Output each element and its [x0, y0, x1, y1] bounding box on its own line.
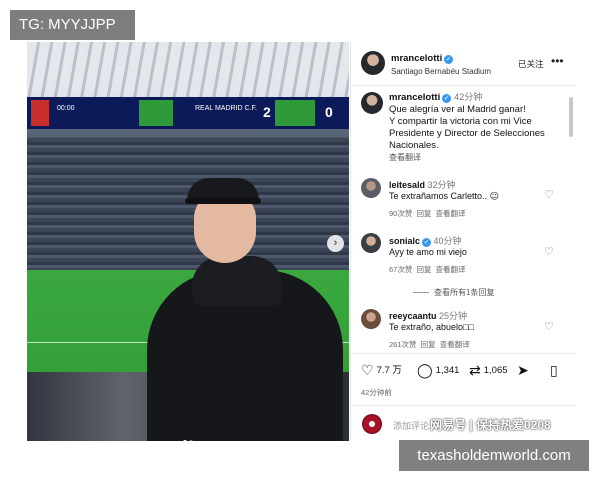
view-replies-link[interactable]: 查看所有1条回复 — [413, 287, 494, 298]
comment-text: Te extraño, abuelo□□ — [389, 322, 474, 332]
comment-user-text[interactable]: leitesald — [389, 180, 425, 190]
scoreboard-away-score: 0 — [325, 104, 333, 120]
scoreboard-replay-left — [139, 100, 173, 126]
comment-text: Ayy te amo mi viejo — [389, 247, 467, 257]
comment-meta: 90次赞 回复 查看翻译 — [389, 208, 466, 219]
comment-username[interactable]: reeycaantu 25分钟 — [389, 309, 467, 322]
comment-text-body: Te extrañamos Carletto.. — [389, 191, 488, 201]
carousel-dots — [182, 431, 194, 441]
comment-reply-button[interactable]: 回复 — [421, 340, 436, 349]
author-username[interactable]: mrancelotti ✓ — [391, 53, 454, 64]
caption-author[interactable]: mrancelotti — [389, 92, 440, 103]
next-slide-icon[interactable]: › — [327, 235, 344, 252]
comment-meta: 67次赞 回复 查看翻译 — [389, 264, 466, 275]
comment-like-heart-icon[interactable]: ♡ — [544, 320, 554, 333]
comment-avatar[interactable] — [361, 233, 381, 253]
stadium-roof — [27, 42, 349, 97]
watermark-top-left: TG: MYYJJPP — [10, 10, 135, 40]
caption-line: Nacionales. — [389, 140, 439, 151]
repost-count: 1,065 — [483, 365, 508, 376]
comment-user-text[interactable]: sonialc — [389, 236, 420, 246]
team-crest-icon — [31, 100, 49, 126]
comment-reply-button[interactable]: 回复 — [416, 265, 431, 274]
comment-count: 1,341 — [435, 365, 460, 376]
comment-time: 25分钟 — [439, 311, 468, 321]
verified-badge-icon: ✓ — [442, 94, 452, 103]
comment-meta: 261次赞 回复 查看翻译 — [389, 339, 470, 350]
comment-username[interactable]: leitesald 32分钟 — [389, 178, 456, 191]
action-bar: ♡ 7.7 万 ◯ 1,341 ⇄ 1,065 ➤ ▯ 42分钟前 — [351, 353, 576, 403]
comments-scrollbar[interactable] — [569, 97, 573, 137]
post-location[interactable]: Santiago Bernabéu Stadium — [391, 67, 491, 76]
comment-reply-button[interactable]: 回复 — [416, 209, 431, 218]
comment-likes[interactable]: 261次赞 — [389, 340, 417, 349]
share-button[interactable]: ➤ — [517, 362, 532, 379]
author-name-text[interactable]: mrancelotti — [391, 53, 442, 64]
comment-avatar[interactable] — [361, 309, 381, 329]
bookmark-icon[interactable]: ▯ — [550, 362, 558, 378]
like-count: 7.7 万 — [376, 365, 402, 376]
comment-likes[interactable]: 90次赞 — [389, 209, 412, 218]
comment-like-heart-icon[interactable]: ♡ — [544, 188, 554, 201]
scoreboard-team-label: REAL MADRID C.F. — [195, 105, 257, 112]
comment-translate-link[interactable]: 查看翻译 — [436, 265, 466, 274]
heart-icon[interactable]: ♡ — [361, 362, 374, 378]
following-button[interactable]: 已关注 — [518, 58, 544, 70]
cap-brim — [185, 198, 261, 204]
watermark-bottom-right: texasholdemworld.com — [399, 440, 589, 471]
verified-badge-icon: ✓ — [422, 238, 432, 247]
comment-user-text[interactable]: reeycaantu — [389, 311, 437, 321]
post-photo[interactable]: 00:00 REAL MADRID C.F. 2 0 › — [27, 42, 349, 441]
comment-like-heart-icon[interactable]: ♡ — [544, 245, 554, 258]
author-avatar[interactable] — [361, 51, 385, 75]
scoreboard-replay-right — [275, 100, 315, 126]
watermark-overlay: 网易号 | 保持热爱0208 — [430, 418, 551, 432]
caption-line: Que alegría ver al Madrid ganar! — [389, 104, 526, 115]
caption-time: 42分钟 — [454, 92, 483, 102]
comment-bubble-icon[interactable]: ◯ — [417, 362, 433, 378]
carousel-dot-active — [183, 440, 187, 441]
neutral-face-icon: 😐 — [489, 191, 499, 201]
comment-translate-link[interactable]: 查看翻译 — [436, 209, 466, 218]
comment-translate-link[interactable]: 查看翻译 — [440, 340, 470, 349]
like-button[interactable]: ♡ 7.7 万 — [361, 362, 402, 379]
post-caption: mrancelotti ✓ 42分钟 Que alegría ver al Madr… — [389, 91, 569, 152]
repost-button[interactable]: ⇄ 1,065 — [469, 362, 508, 379]
man-collar — [192, 256, 282, 306]
comment-avatar[interactable] — [361, 178, 381, 198]
repost-icon[interactable]: ⇄ — [469, 362, 481, 378]
post-panel: mrancelotti ✓ Santiago Bernabéu Stadium 已… — [350, 42, 576, 441]
scoreboard-home-score: 2 — [263, 104, 271, 120]
carousel-dot — [189, 440, 193, 441]
caption-translate-link[interactable]: 查看翻译 — [389, 152, 421, 163]
post-header: mrancelotti ✓ Santiago Bernabéu Stadium 已… — [351, 42, 576, 86]
comment-text: Te extrañamos Carletto.. 😐 — [389, 191, 499, 202]
save-button[interactable]: ▯ — [550, 362, 561, 379]
caption-avatar[interactable] — [361, 92, 383, 114]
caption-line: Presidente y Director de Selecciones — [389, 128, 545, 139]
comment-username[interactable]: sonialc ✓ 40分钟 — [389, 234, 462, 247]
comment-time: 32分钟 — [427, 180, 456, 190]
scoreboard-clock: 00:00 — [57, 105, 75, 112]
ellipsis-icon[interactable]: ••• — [551, 54, 564, 68]
caption-line: Y compartir la victoria con mi Vice — [389, 116, 532, 127]
comment-time: 40分钟 — [433, 236, 462, 246]
send-icon[interactable]: ➤ — [517, 362, 529, 378]
post-time: 42分钟前 — [361, 388, 392, 397]
viewer-avatar — [362, 414, 382, 434]
comment-button[interactable]: ◯ 1,341 — [417, 362, 459, 379]
verified-badge-icon: ✓ — [444, 55, 454, 64]
comment-likes[interactable]: 67次赞 — [389, 265, 412, 274]
